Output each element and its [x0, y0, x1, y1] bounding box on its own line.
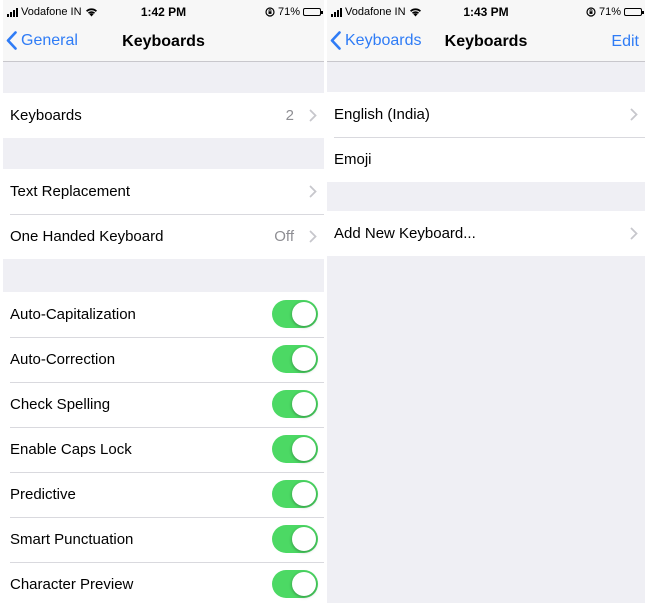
row-label: Emoji: [334, 151, 372, 168]
battery-icon: [624, 8, 644, 16]
add-new-keyboard-row[interactable]: Add New Keyboard...: [327, 211, 645, 256]
back-button-label: General: [21, 31, 78, 49]
auto-capitalization-toggle[interactable]: [272, 300, 318, 328]
row-label: Predictive: [10, 486, 76, 503]
row-label: One Handed Keyboard: [10, 228, 164, 245]
auto-correction-row: Auto-Correction: [3, 337, 324, 382]
smart-punctuation-toggle[interactable]: [272, 525, 318, 553]
row-label: Smart Punctuation: [10, 531, 134, 548]
toggles-group: Auto-Capitalization Auto-Correction Chec…: [3, 292, 324, 603]
battery-percent: 71%: [277, 6, 300, 18]
toggle-knob: [292, 482, 316, 506]
chevron-right-icon: [630, 227, 638, 240]
status-bar: Vodafone IN 1:43 PM 71%: [327, 0, 645, 24]
toggle-knob: [292, 572, 316, 596]
enable-caps-lock-row: Enable Caps Lock: [3, 427, 324, 472]
keyboards-list-screen: Vodafone IN 1:43 PM 71% Keyboards Keyboa…: [327, 0, 645, 603]
chevron-right-icon: [630, 108, 638, 121]
row-label: Auto-Correction: [10, 351, 116, 368]
smart-punctuation-row: Smart Punctuation: [3, 517, 324, 562]
orientation-lock-icon: [265, 7, 275, 17]
keyboards-row[interactable]: Keyboards 2: [3, 93, 324, 138]
back-button-general[interactable]: General: [6, 31, 78, 50]
row-label: Check Spelling: [10, 396, 111, 413]
back-button-keyboards[interactable]: Keyboards: [330, 31, 422, 50]
one-handed-value: Off: [274, 228, 294, 245]
add-keyboard-group: Add New Keyboard...: [327, 211, 645, 256]
text-replacement-row[interactable]: Text Replacement: [3, 169, 324, 214]
status-bar: Vodafone IN 1:42 PM 71%: [3, 0, 324, 24]
keyboards-settings-screen: Vodafone IN 1:42 PM 71% General Keyboard…: [3, 0, 324, 603]
toggle-knob: [292, 302, 316, 326]
chevron-right-icon: [309, 230, 317, 243]
chevron-left-icon: [6, 31, 17, 50]
predictive-row: Predictive: [3, 472, 324, 517]
row-label: Text Replacement: [10, 183, 131, 200]
battery-icon: [303, 8, 323, 16]
navigation-bar: General Keyboards: [3, 24, 324, 62]
row-label: English (India): [334, 106, 430, 123]
battery-percent: 71%: [598, 6, 621, 18]
orientation-lock-icon: [586, 7, 596, 17]
keyboards-list: English (India) Emoji: [327, 92, 645, 182]
check-spelling-row: Check Spelling: [3, 382, 324, 427]
enable-caps-lock-toggle[interactable]: [272, 435, 318, 463]
auto-correction-toggle[interactable]: [272, 345, 318, 373]
keyboard-english-india-row[interactable]: English (India): [327, 92, 645, 137]
back-button-label: Keyboards: [345, 31, 422, 49]
row-label: Character Preview: [10, 576, 134, 593]
navigation-bar: Keyboards Keyboards Edit: [327, 24, 645, 62]
toggle-knob: [292, 392, 316, 416]
row-label: Auto-Capitalization: [10, 306, 136, 323]
keyboard-emoji-row[interactable]: Emoji: [327, 137, 645, 182]
keyboards-group: Keyboards 2: [3, 93, 324, 138]
row-label: Enable Caps Lock: [10, 441, 132, 458]
edit-button[interactable]: Edit: [611, 33, 639, 51]
predictive-toggle[interactable]: [272, 480, 318, 508]
toggle-knob: [292, 437, 316, 461]
toggle-knob: [292, 527, 316, 551]
keyboard-count: 2: [285, 107, 294, 124]
row-label: Add New Keyboard...: [334, 225, 476, 242]
chevron-left-icon: [330, 31, 341, 50]
check-spelling-toggle[interactable]: [272, 390, 318, 418]
toggle-knob: [292, 347, 316, 371]
one-handed-keyboard-row[interactable]: One Handed Keyboard Off: [3, 214, 324, 259]
row-label: Keyboards: [10, 107, 82, 124]
auto-capitalization-row: Auto-Capitalization: [3, 292, 324, 337]
text-options-group: Text Replacement One Handed Keyboard Off: [3, 169, 324, 259]
character-preview-toggle[interactable]: [272, 570, 318, 598]
character-preview-row: Character Preview: [3, 562, 324, 603]
chevron-right-icon: [309, 109, 317, 122]
chevron-right-icon: [309, 185, 317, 198]
